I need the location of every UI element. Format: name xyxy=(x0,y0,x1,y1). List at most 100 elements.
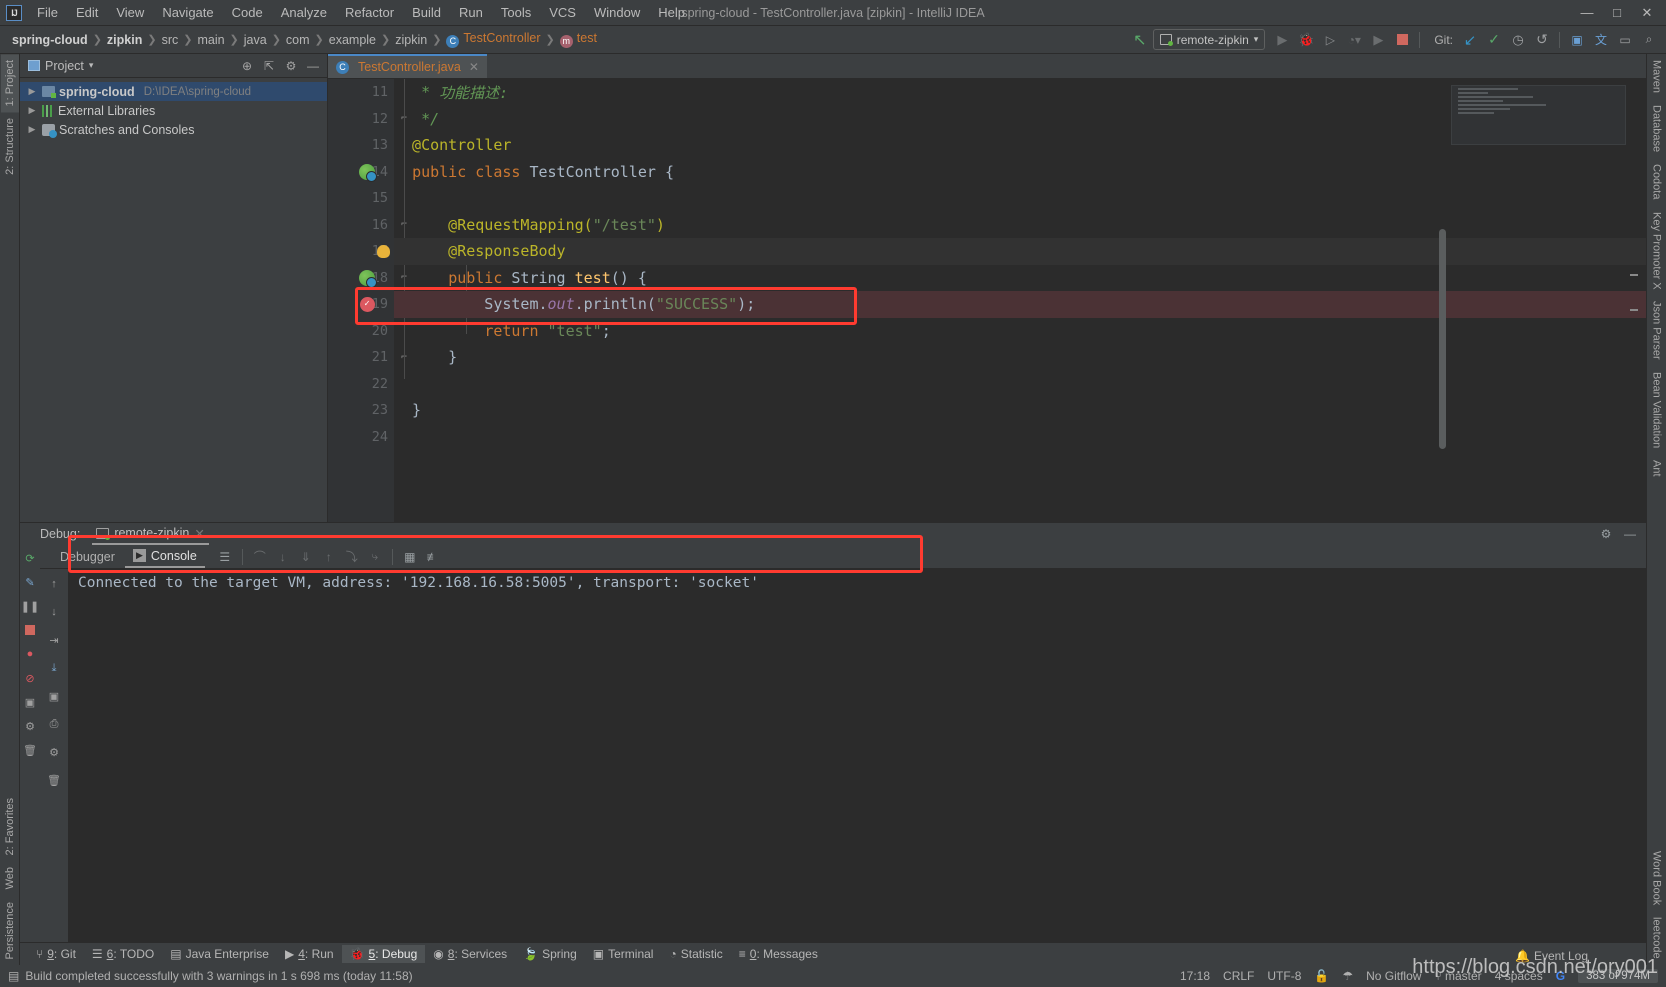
debug-session-tab[interactable]: remote-zipkin ✕ xyxy=(92,524,209,545)
sidebar-tab-key-promoter[interactable]: Key Promoter X xyxy=(1648,206,1666,296)
mute-breakpoints-icon[interactable]: ≢ xyxy=(423,547,443,567)
unlock-icon[interactable]: 🔓 xyxy=(1314,969,1329,983)
breadcrumb-item-src[interactable]: src xyxy=(158,32,183,48)
translate-icon[interactable]: 文 xyxy=(1590,29,1612,51)
menu-item-view[interactable]: View xyxy=(107,2,153,23)
hector-icon[interactable]: ☂ xyxy=(1342,969,1353,983)
editor-body[interactable]: 11 12⌐ 13 14 15 16⌐ 17⌐ 18⌐ 19✓ 20 21⌐ 2… xyxy=(328,79,1646,522)
console-output[interactable]: Connected to the target VM, address: '19… xyxy=(68,569,1646,942)
breadcrumb-item-com[interactable]: com xyxy=(282,32,314,48)
breadcrumb-item-class[interactable]: C TestController xyxy=(442,30,544,49)
hide-icon[interactable]: — xyxy=(1620,524,1640,544)
view-breakpoints-icon[interactable]: ● xyxy=(21,645,39,663)
menu-item-run[interactable]: Run xyxy=(450,2,492,23)
run-to-cursor-icon[interactable] xyxy=(358,269,377,288)
tool-button-debug[interactable]: 🐞 5: Debug xyxy=(341,945,426,963)
breadcrumb-item-method[interactable]: m test xyxy=(556,30,601,49)
attach-icon[interactable]: ▶ xyxy=(1367,29,1389,51)
tool-button-java-enterprise[interactable]: ▤ Java Enterprise xyxy=(162,945,277,963)
sidebar-tab-leetcode[interactable]: leetcode xyxy=(1648,911,1666,965)
hide-icon[interactable]: — xyxy=(303,56,323,76)
sidebar-tab-bean-validation[interactable]: Bean Validation xyxy=(1648,366,1666,454)
commit-icon[interactable]: ✓ xyxy=(1483,29,1505,51)
up-icon[interactable]: ↑ xyxy=(45,575,63,593)
editor-tab-testcontroller[interactable]: C TestController.java ✕ xyxy=(328,54,487,78)
menu-item-refactor[interactable]: Refactor xyxy=(336,2,403,23)
settings-icon[interactable]: ⚙ xyxy=(21,717,39,735)
trash-icon[interactable]: 🗑 xyxy=(45,771,63,789)
line-separator-widget[interactable]: CRLF xyxy=(1223,969,1254,983)
tool-button-services[interactable]: ◉ 8: Services xyxy=(425,945,515,963)
breadcrumb-item-module[interactable]: zipkin xyxy=(103,32,146,48)
sidebar-tab-structure[interactable]: 2: Structure xyxy=(1,112,19,181)
menu-item-code[interactable]: Code xyxy=(223,2,272,23)
menu-item-analyze[interactable]: Analyze xyxy=(272,2,336,23)
step-into-icon[interactable]: ↓ xyxy=(273,547,293,567)
trash-icon[interactable]: 🗑 xyxy=(21,741,39,759)
locate-icon[interactable]: ⊕ xyxy=(237,56,257,76)
project-panel-title[interactable]: Project ▾ xyxy=(28,59,93,73)
scroll-to-end-icon[interactable]: ⤓ xyxy=(45,659,63,677)
tool-button-terminal[interactable]: ▣ Terminal xyxy=(585,945,662,963)
camera-icon[interactable]: ▣ xyxy=(45,687,63,705)
camera-icon[interactable]: ▣ xyxy=(21,693,39,711)
menu-item-edit[interactable]: Edit xyxy=(67,2,107,23)
pause-icon[interactable]: ❚❚ xyxy=(21,597,39,615)
step-over-icon[interactable]: ⌒ xyxy=(250,547,270,567)
layout-icon[interactable]: ▭ xyxy=(1614,29,1636,51)
sidebar-tab-web[interactable]: Web xyxy=(1,861,19,895)
intention-bulb-icon[interactable] xyxy=(374,242,392,260)
run-to-cursor-icon[interactable]: ⤷ xyxy=(365,547,385,567)
print-icon[interactable]: ⎙ xyxy=(45,715,63,733)
editor-vertical-scrollbar[interactable] xyxy=(1439,229,1446,449)
menu-item-help[interactable]: Help xyxy=(649,2,694,23)
profile-icon[interactable]: ◔▾ xyxy=(1343,29,1365,51)
search-everywhere-icon[interactable]: ▣ xyxy=(1566,29,1588,51)
gitflow-widget[interactable]: No Gitflow xyxy=(1366,969,1421,983)
rerun-icon[interactable]: ⟳ xyxy=(21,549,39,567)
tool-button-todo[interactable]: ☰ 6: TODO xyxy=(84,945,162,963)
mute-breakpoints-icon[interactable]: ⊘ xyxy=(21,669,39,687)
layout-icon[interactable]: ☰ xyxy=(215,547,235,567)
tree-node-scratches[interactable]: ▶ Scratches and Consoles xyxy=(20,120,327,139)
down-icon[interactable]: ↓ xyxy=(45,603,63,621)
tab-console[interactable]: ▶ Console xyxy=(124,546,205,568)
close-button[interactable]: ✕ xyxy=(1632,1,1662,25)
close-icon[interactable]: ✕ xyxy=(194,526,204,541)
run-icon[interactable]: ▶ xyxy=(1271,29,1293,51)
menu-item-vcs[interactable]: VCS xyxy=(540,2,585,23)
tree-node-external-libraries[interactable]: ▶ External Libraries xyxy=(20,101,327,120)
sidebar-tab-project[interactable]: 1: Project xyxy=(0,54,19,113)
tree-node-spring-cloud[interactable]: ▶ spring-cloud D:\IDEA\spring-cloud xyxy=(20,82,327,101)
breadcrumb-item-example[interactable]: example xyxy=(325,32,380,48)
sidebar-tab-word-book[interactable]: Word Book xyxy=(1648,845,1666,911)
breadcrumb-item-project[interactable]: spring-cloud xyxy=(8,32,92,48)
code-minimap[interactable] xyxy=(1451,85,1626,145)
encoding-widget[interactable]: UTF-8 xyxy=(1267,969,1301,983)
debug-icon[interactable]: 🐞 xyxy=(1295,29,1317,51)
tab-debugger[interactable]: Debugger xyxy=(52,547,123,567)
expand-arrow-icon[interactable]: ▶ xyxy=(26,124,38,135)
close-icon[interactable]: ✕ xyxy=(469,60,479,74)
tool-button-messages[interactable]: ≡ 0: Messages xyxy=(731,945,826,963)
sidebar-tab-persistence[interactable]: Persistence xyxy=(1,896,19,965)
sidebar-tab-maven[interactable]: Maven xyxy=(1648,54,1666,99)
stop-icon[interactable] xyxy=(21,621,39,639)
settings-icon[interactable]: ⚙ xyxy=(45,743,63,761)
rollback-icon[interactable]: ↺ xyxy=(1531,29,1553,51)
menu-item-file[interactable]: File xyxy=(28,2,67,23)
sidebar-tab-json-parser[interactable]: Json Parser xyxy=(1648,295,1666,366)
collapse-all-icon[interactable]: ⇱ xyxy=(259,56,279,76)
run-to-cursor-icon[interactable] xyxy=(358,163,377,182)
tool-button-spring[interactable]: 🍃 Spring xyxy=(515,945,585,963)
sidebar-tab-favorites[interactable]: 2: Favorites xyxy=(1,792,19,861)
expand-arrow-icon[interactable]: ▶ xyxy=(26,105,38,116)
settings-icon[interactable]: ⚙ xyxy=(1596,524,1616,544)
run-with-coverage-icon[interactable]: ▷ xyxy=(1319,29,1341,51)
force-step-into-icon[interactable]: ⇓ xyxy=(296,547,316,567)
branch-widget[interactable]: ⑂ master xyxy=(1434,969,1481,983)
soft-wrap-icon[interactable]: ⇥ xyxy=(45,631,63,649)
expand-arrow-icon[interactable]: ▶ xyxy=(26,86,38,97)
edit-config-icon[interactable]: ✎ xyxy=(21,573,39,591)
editor-gutter[interactable]: 11 12⌐ 13 14 15 16⌐ 17⌐ 18⌐ 19✓ 20 21⌐ 2… xyxy=(328,79,407,522)
